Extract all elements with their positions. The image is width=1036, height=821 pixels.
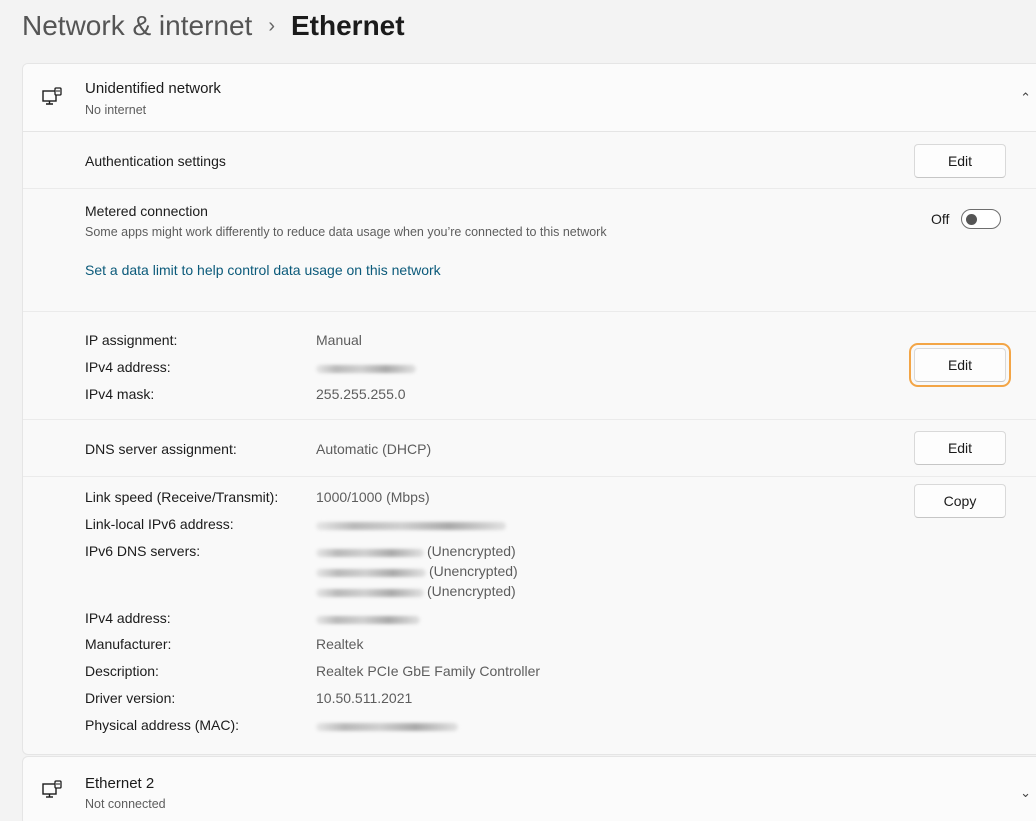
metered-toggle-label: Off [931,211,950,227]
metered-connection-title: Metered connection [85,203,208,219]
link-local-ipv6-label: Link-local IPv6 address: [85,516,234,532]
manufacturer-label: Manufacturer: [85,636,172,652]
chevron-down-icon[interactable]: ⌄ [1020,785,1031,801]
breadcrumb: Network & internet › Ethernet [22,4,405,48]
description-label: Description: [85,663,159,679]
ipv4-address-info-label: IPv4 address: [85,610,171,626]
network-header[interactable]: Unidentified network No internet ⌃ [23,64,1036,132]
link-speed-label: Link speed (Receive/Transmit): [85,489,279,505]
ipv4-address-redacted [316,365,416,373]
authentication-settings-label: Authentication settings [85,153,226,169]
network-name: Unidentified network [85,80,221,97]
ipv4-mask-value: 255.255.255.0 [316,386,406,402]
metered-connection-toggle[interactable] [961,209,1002,229]
driver-version-value: 10.50.511.2021 [316,690,413,706]
network-status: Not connected [85,797,166,811]
chevron-up-icon[interactable]: ⌃ [1020,90,1031,106]
mac-address-label: Physical address (MAC): [85,717,240,733]
ethernet-monitor-icon [42,780,62,798]
ip-assignment-value: Manual [316,332,362,348]
link-local-ipv6-redacted [316,522,506,530]
description-value: Realtek PCIe GbE Family Controller [316,663,541,679]
metered-connection-row: Metered connection Some apps might work … [23,189,1036,312]
ipv6-dns-2-redacted [316,569,426,577]
ip-assignment-label: IP assignment: [85,332,178,348]
network-card-unidentified: Unidentified network No internet ⌃ Authe… [22,63,1036,755]
breadcrumb-parent[interactable]: Network & internet [22,10,252,42]
metered-connection-description: Some apps might work differently to redu… [85,225,607,239]
set-data-limit-link[interactable]: Set a data limit to help control data us… [85,262,441,278]
ipv6-dns-servers-label: IPv6 DNS servers: [85,543,201,559]
breadcrumb-separator-icon: › [268,14,275,37]
ipv4-address-info-redacted [316,616,420,624]
network-name: Ethernet 2 [85,775,155,792]
authentication-edit-button[interactable]: Edit [914,144,1006,178]
page-title: Ethernet [291,10,405,41]
dns-assignment-value: Automatic (DHCP) [316,441,432,457]
ipv6-dns-2-suffix: (Unencrypted) [429,563,518,579]
driver-version-label: Driver version: [85,690,176,706]
link-speed-value: 1000/1000 (Mbps) [316,489,430,505]
ip-assignment-edit-button[interactable]: Edit [909,343,1011,387]
ipv6-dns-1-suffix: (Unencrypted) [427,543,516,559]
manufacturer-value: Realtek [316,636,364,652]
mac-address-redacted [316,723,458,731]
ipv6-dns-3-redacted [316,589,424,597]
dns-edit-button[interactable]: Edit [914,431,1006,465]
ipv6-dns-3-suffix: (Unencrypted) [427,583,516,599]
dns-assignment-row: DNS server assignment: Automatic (DHCP) … [23,420,1036,477]
network-status: No internet [85,103,147,117]
authentication-settings-row: Authentication settings Edit [23,132,1036,189]
metered-toggle-group: Off [931,209,1002,229]
adapter-properties-section: Link speed (Receive/Transmit): 1000/1000… [23,477,1036,754]
ipv6-dns-1-redacted [316,549,424,557]
toggle-knob [966,214,978,225]
copy-properties-button[interactable]: Copy [914,484,1006,518]
ipv4-address-label: IPv4 address: [85,359,171,375]
ip-assignment-section: IP assignment: Manual IPv4 address: IPv4… [23,312,1036,420]
ethernet-monitor-icon [42,87,62,105]
network-card-ethernet-2[interactable]: Ethernet 2 Not connected ⌄ [22,756,1036,821]
ipv4-mask-label: IPv4 mask: [85,386,155,402]
dns-assignment-label: DNS server assignment: [85,441,237,457]
